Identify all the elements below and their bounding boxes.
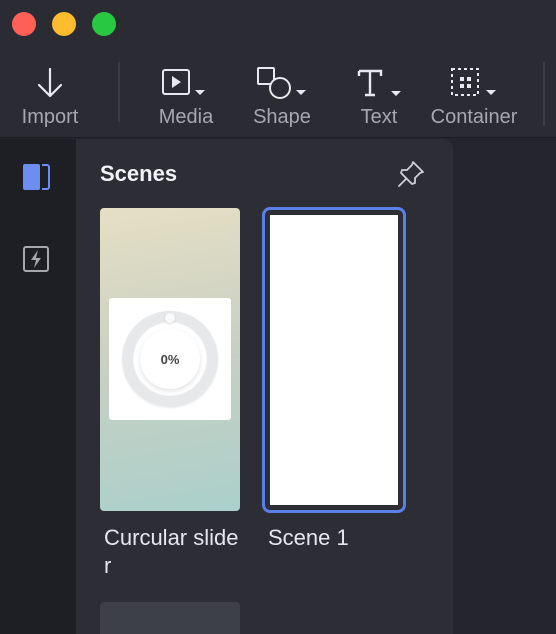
text-button[interactable]: Text xyxy=(354,46,404,138)
toolbar-separator xyxy=(118,62,120,122)
interactions-panel-button[interactable] xyxy=(18,243,54,279)
canvas-area[interactable] xyxy=(453,139,556,634)
scene-thumbnail[interactable] xyxy=(100,602,240,634)
scene-preview xyxy=(270,215,398,505)
scene-name[interactable]: Scene 1 xyxy=(268,524,349,552)
scene-thumbnail-curcular-slider[interactable]: 0% xyxy=(100,208,240,511)
import-icon xyxy=(36,60,64,106)
interactions-icon xyxy=(22,245,50,278)
import-button[interactable]: Import xyxy=(20,46,80,138)
media-label: Media xyxy=(158,106,214,128)
title-bar xyxy=(0,0,556,46)
container-button[interactable]: Container xyxy=(430,46,518,138)
scene-name[interactable]: Curcular slider xyxy=(104,524,244,580)
import-label: Import xyxy=(21,106,79,128)
container-label: Container xyxy=(430,106,518,128)
pin-icon xyxy=(396,161,426,193)
toolbar-separator xyxy=(543,62,545,126)
container-icon xyxy=(448,60,500,106)
shape-icon xyxy=(256,60,308,106)
media-icon xyxy=(161,60,211,106)
text-label: Text xyxy=(360,106,398,128)
circular-slider-preview: 0% xyxy=(122,311,218,407)
pin-button[interactable] xyxy=(396,159,426,189)
window-close-button[interactable] xyxy=(12,12,36,36)
slider-preview-card: 0% xyxy=(109,298,231,420)
window-minimize-button[interactable] xyxy=(52,12,76,36)
panel-title: Scenes xyxy=(100,161,178,186)
window-maximize-button[interactable] xyxy=(92,12,116,36)
scenes-panel: Scenes 0% Curcular slider Scene 1 xyxy=(76,139,453,634)
scenes-panel-button[interactable] xyxy=(18,161,54,197)
scenes-panel-icon xyxy=(21,162,51,197)
toolbar: Import Media Shape Text Container xyxy=(0,46,556,138)
left-rail xyxy=(0,139,76,634)
media-button[interactable]: Media xyxy=(156,46,216,138)
scene-thumbnail-scene-1[interactable] xyxy=(262,207,406,513)
slider-value: 0% xyxy=(140,329,200,389)
shape-label: Shape xyxy=(253,106,311,128)
slider-knob xyxy=(165,313,175,323)
shape-button[interactable]: Shape xyxy=(252,46,312,138)
text-icon xyxy=(353,60,405,106)
